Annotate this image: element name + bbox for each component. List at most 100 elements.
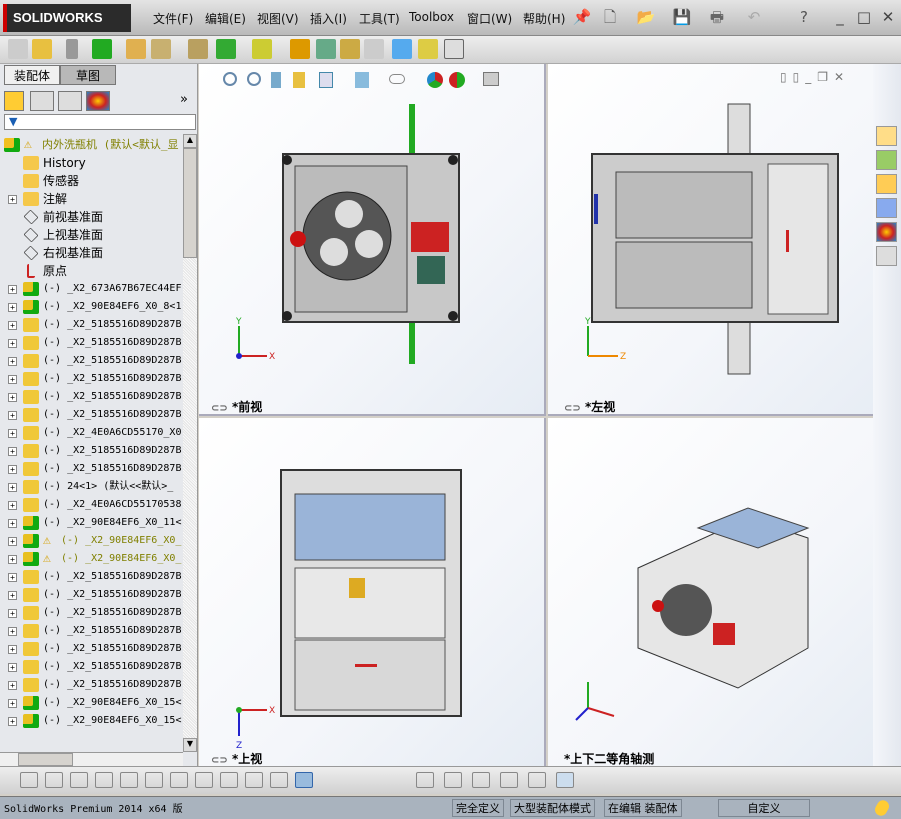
move-icon[interactable] [500,772,518,788]
show-hidden-icon[interactable] [188,39,208,59]
plane-icon[interactable] [245,772,263,788]
save-icon[interactable]: 💾 [672,7,692,27]
tree-item[interactable]: + (-) _X2_673A67B67EC44EF [0,280,183,298]
display-icon[interactable] [416,772,434,788]
tree-item[interactable]: 上视基准面 [0,226,183,244]
solidworks-logo[interactable]: SOLIDWORKS [3,4,131,32]
polygon-icon[interactable] [70,772,88,788]
close-icon[interactable]: ✕ [878,7,898,27]
cube-icon[interactable] [270,772,288,788]
expand-icon[interactable]: + [8,447,17,456]
new-motion-study-icon[interactable] [290,39,310,59]
menu-help[interactable]: 帮助(H) [523,10,565,27]
tab-sketch[interactable]: 草图 [60,65,116,85]
tree-item[interactable]: + (-) _X2_90E84EF6_X0_15< [0,712,183,730]
undo-icon[interactable]: ↶ [744,7,764,27]
zoom-icon[interactable] [528,772,546,788]
tree-item[interactable]: + (-) _X2_5185516D89D287B [0,676,183,694]
file-explorer-icon[interactable] [876,174,897,194]
interference-icon[interactable] [392,39,412,59]
rotate-icon[interactable] [472,772,490,788]
menu-tools[interactable]: 工具(T) [359,10,400,27]
construction-icon[interactable] [195,772,213,788]
expand-icon[interactable]: + [8,699,17,708]
grid-icon[interactable] [220,772,238,788]
property-manager-icon[interactable] [30,91,54,111]
design-library-icon[interactable] [876,150,897,170]
print-icon[interactable]: 🖶 [707,7,727,27]
home-icon[interactable] [876,126,897,146]
menu-edit[interactable]: 编辑(E) [205,10,246,27]
expand-icon[interactable]: + [8,591,17,600]
tag-icon[interactable] [872,798,892,818]
expand-icon[interactable]: + [8,393,17,402]
table-icon[interactable] [556,772,574,788]
tree-item[interactable]: + (-) _X2_90E84EF6_X0_15< [0,694,183,712]
tree-item[interactable]: + (-) _X2_4E0A6CD55170_X0 [0,424,183,442]
scroll-thumb[interactable] [183,148,197,258]
tree-item[interactable]: + 注解 [0,190,183,208]
tree-item[interactable]: + (-) _X2_5185516D89D287B [0,370,183,388]
bill-of-materials-icon[interactable] [316,39,336,59]
expand-icon[interactable]: + [8,411,17,420]
smart-fasteners-icon[interactable] [126,39,146,59]
menu-toolbox[interactable]: Toolbox [409,10,454,24]
section-icon[interactable] [444,772,462,788]
assembly-features-icon[interactable] [216,39,236,59]
viewport-top[interactable]: ZX ⊂⊃ *上视 [199,418,546,766]
expand-icon[interactable]: + [8,339,17,348]
expand-icon[interactable]: + [8,321,17,330]
expand-icon[interactable]: + [8,627,17,636]
expand-icon[interactable]: + [8,681,17,690]
shaded-icon[interactable] [295,772,313,788]
tree-item[interactable]: + (-) _X2_5185516D89D287B [0,622,183,640]
mate-icon[interactable] [66,39,78,59]
filter-field[interactable]: ▼ [4,114,196,130]
menu-file[interactable]: 文件(F) [153,10,193,27]
configuration-manager-icon[interactable] [58,91,82,111]
tree-item[interactable]: + (-) _X2_4E0A6CD55170538 [0,496,183,514]
tab-assembly[interactable]: 装配体 [4,65,60,85]
view-palette-icon[interactable] [876,198,897,218]
tree-item[interactable]: + ⚠ (-) _X2_90E84EF6_X0_ [0,532,183,550]
tree-item[interactable]: + (-) _X2_5185516D89D287B [0,334,183,352]
expand-icon[interactable]: + [8,195,17,204]
menu-insert[interactable]: 插入(I) [310,10,347,27]
tree-item[interactable]: History [0,154,183,172]
explode-line-icon[interactable] [364,39,384,59]
expand-icon[interactable]: + [8,303,17,312]
expand-icon[interactable]: + [8,285,17,294]
h-scroll-thumb[interactable] [18,753,73,766]
move-component-icon[interactable] [151,39,171,59]
tree-item[interactable]: + (-) 24<1> (默认<<默认>_ [0,478,183,496]
instant3d-icon[interactable] [418,39,438,59]
expand-panel-button[interactable]: » [180,92,188,107]
tree-horizontal-scrollbar[interactable] [0,752,183,766]
line-icon[interactable] [120,772,138,788]
menu-window[interactable]: 窗口(W) [467,10,512,27]
tree-root[interactable]: ⚠ 内外洗瓶机 (默认<默认_显 [0,136,183,154]
tree-vertical-scrollbar[interactable]: ▲ ▼ [183,134,197,752]
dimension-icon[interactable] [170,772,188,788]
tree-item[interactable]: 前视基准面 [0,208,183,226]
reference-geometry-icon[interactable] [252,39,272,59]
expand-icon[interactable]: + [8,375,17,384]
expand-icon[interactable]: + [8,645,17,654]
tree-item[interactable]: 原点 [0,262,183,280]
tree-item[interactable]: + (-) _X2_5185516D89D287B [0,658,183,676]
viewport-left[interactable]: ▯▯_❐✕ YZ ⊂⊃ *左视 [548,64,901,416]
maximize-icon[interactable]: □ [854,7,874,27]
feature-manager-icon[interactable] [4,91,24,111]
scroll-up-arrow[interactable]: ▲ [183,134,197,148]
point-icon[interactable] [20,772,38,788]
new-document-icon[interactable]: 🗋 [600,7,620,27]
minimize-icon[interactable]: _ [830,7,850,27]
linear-pattern-icon[interactable] [92,39,112,59]
tree-item[interactable]: + (-) _X2_5185516D89D287B [0,568,183,586]
tree-item[interactable]: 传感器 [0,172,183,190]
tree-item[interactable]: + (-) _X2_5185516D89D287B [0,604,183,622]
tree-item[interactable]: + (-) _X2_5185516D89D287B [0,640,183,658]
trim-icon[interactable] [95,772,113,788]
expand-icon[interactable]: + [8,717,17,726]
expand-icon[interactable]: + [8,573,17,582]
